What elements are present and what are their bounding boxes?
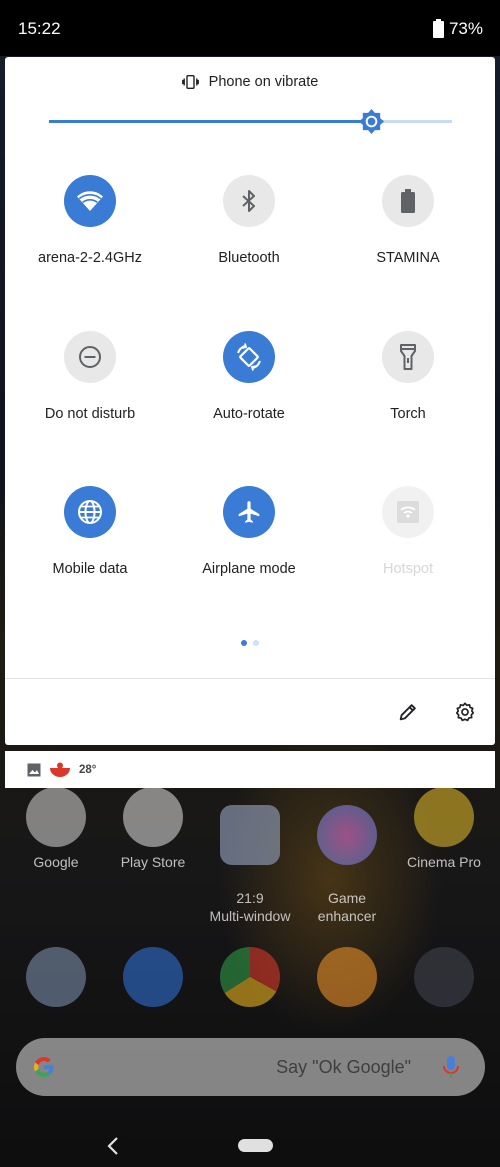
brightness-slider[interactable]: [49, 108, 452, 135]
auto-rotate-icon: [237, 343, 261, 371]
brightness-thumb-icon[interactable]: [358, 108, 385, 135]
battery-indicator: 73%: [432, 18, 483, 39]
tile-wifi[interactable]: arena-2-2.4GHz: [20, 175, 160, 266]
tile-dnd-button[interactable]: [64, 331, 116, 383]
tile-dnd-label: Do not disturb: [44, 406, 136, 422]
do-not-disturb-icon: [79, 346, 101, 368]
back-icon[interactable]: [106, 1137, 120, 1155]
vibrate-icon: [181, 75, 199, 89]
app-cinema-pro-label: Cinema Pro: [407, 854, 481, 870]
bluetooth-icon: [242, 190, 255, 212]
ringer-mode-label: Phone on vibrate: [208, 74, 319, 90]
battery-icon: [432, 18, 444, 38]
tile-mobile-data-label: Mobile data: [52, 561, 128, 577]
hotspot-icon: [397, 501, 419, 523]
app-cinema-pro[interactable]: Cinema Pro: [389, 787, 499, 871]
tile-bluetooth-label: Bluetooth: [218, 250, 280, 266]
tile-stamina-button[interactable]: [382, 175, 434, 227]
cinema-pro-icon: [414, 787, 474, 847]
google-search-bar[interactable]: Say "Ok Google": [16, 1038, 485, 1096]
tile-hotspot-label: Hotspot: [383, 561, 433, 577]
tile-stamina[interactable]: STAMINA: [338, 175, 478, 266]
edit-icon[interactable]: [397, 701, 419, 723]
page-dot-2: [253, 640, 259, 646]
tile-auto-rotate-label: Auto-rotate: [213, 406, 285, 422]
play-store-icon: [123, 787, 183, 847]
app-google-folder[interactable]: Google: [1, 787, 111, 871]
notification-strip[interactable]: 28°: [5, 751, 495, 788]
battery-icon: [401, 189, 415, 213]
airplane-icon: [238, 501, 260, 523]
tile-mobile-data[interactable]: Mobile data: [20, 486, 160, 577]
tile-bluetooth-button[interactable]: [223, 175, 275, 227]
tile-airplane-button[interactable]: [223, 486, 275, 538]
ringer-mode-row[interactable]: Phone on vibrate: [5, 74, 495, 90]
tile-airplane-mode[interactable]: Airplane mode: [179, 486, 319, 577]
status-bar: 15:22 73%: [0, 0, 500, 56]
image-icon: [27, 763, 41, 776]
app-game-enhancer-label: Game enhancer: [317, 890, 377, 924]
weather-app-icon: [50, 762, 70, 777]
brightness-fill: [49, 120, 372, 123]
tile-bluetooth[interactable]: Bluetooth: [179, 175, 319, 266]
tile-stamina-label: STAMINA: [376, 250, 440, 266]
app-game-enhancer[interactable]: Game enhancer: [292, 787, 402, 943]
game-enhancer-icon: [317, 805, 377, 865]
tile-mobile-data-button[interactable]: [64, 486, 116, 538]
phone-app-icon[interactable]: [26, 947, 86, 1007]
microphone-icon[interactable]: [443, 1055, 459, 1079]
tile-airplane-label: Airplane mode: [202, 561, 296, 577]
tile-wifi-label: arena-2-2.4GHz: [38, 250, 142, 266]
tile-torch-label: Torch: [390, 406, 426, 422]
quick-settings-panel: Phone on vibrate arena-2-2.4GHz Bluetoot: [5, 57, 495, 745]
album-app-icon[interactable]: [317, 947, 377, 1007]
app-google-label: Google: [33, 854, 79, 870]
tile-wifi-button[interactable]: [64, 175, 116, 227]
multi-window-icon: [220, 805, 280, 865]
settings-gear-icon[interactable]: [454, 701, 476, 723]
google-folder-icon: [26, 787, 86, 847]
tile-torch[interactable]: Torch: [338, 331, 478, 422]
search-hint: Say "Ok Google": [276, 1057, 411, 1077]
tile-hotspot-button[interactable]: [382, 486, 434, 538]
home-pill[interactable]: [238, 1139, 273, 1152]
torch-icon: [400, 344, 416, 370]
tile-do-not-disturb[interactable]: Do not disturb: [20, 331, 160, 422]
chrome-app-icon[interactable]: [220, 947, 280, 1007]
navigation-bar: [0, 1107, 500, 1167]
battery-percent: 73%: [448, 19, 483, 38]
tile-auto-rotate-button[interactable]: [223, 331, 275, 383]
camera-app-icon[interactable]: [414, 947, 474, 1007]
clock: 15:22: [18, 19, 61, 38]
page-indicator: [241, 640, 259, 646]
globe-icon: [78, 500, 102, 524]
app-play-store[interactable]: Play Store: [98, 787, 208, 871]
app-multi-window-label: 21:9 Multi-window: [209, 890, 291, 924]
temperature-label: 28°: [79, 763, 97, 776]
tile-hotspot[interactable]: Hotspot: [338, 486, 478, 577]
page-dot-1: [241, 640, 247, 646]
app-play-store-label: Play Store: [120, 854, 186, 870]
google-g-icon: [34, 1057, 54, 1077]
wifi-icon: [77, 191, 103, 211]
panel-divider: [5, 678, 495, 679]
messages-app-icon[interactable]: [123, 947, 183, 1007]
tile-auto-rotate[interactable]: Auto-rotate: [179, 331, 319, 422]
app-multi-window[interactable]: 21:9 Multi-window: [195, 787, 305, 943]
tile-torch-button[interactable]: [382, 331, 434, 383]
